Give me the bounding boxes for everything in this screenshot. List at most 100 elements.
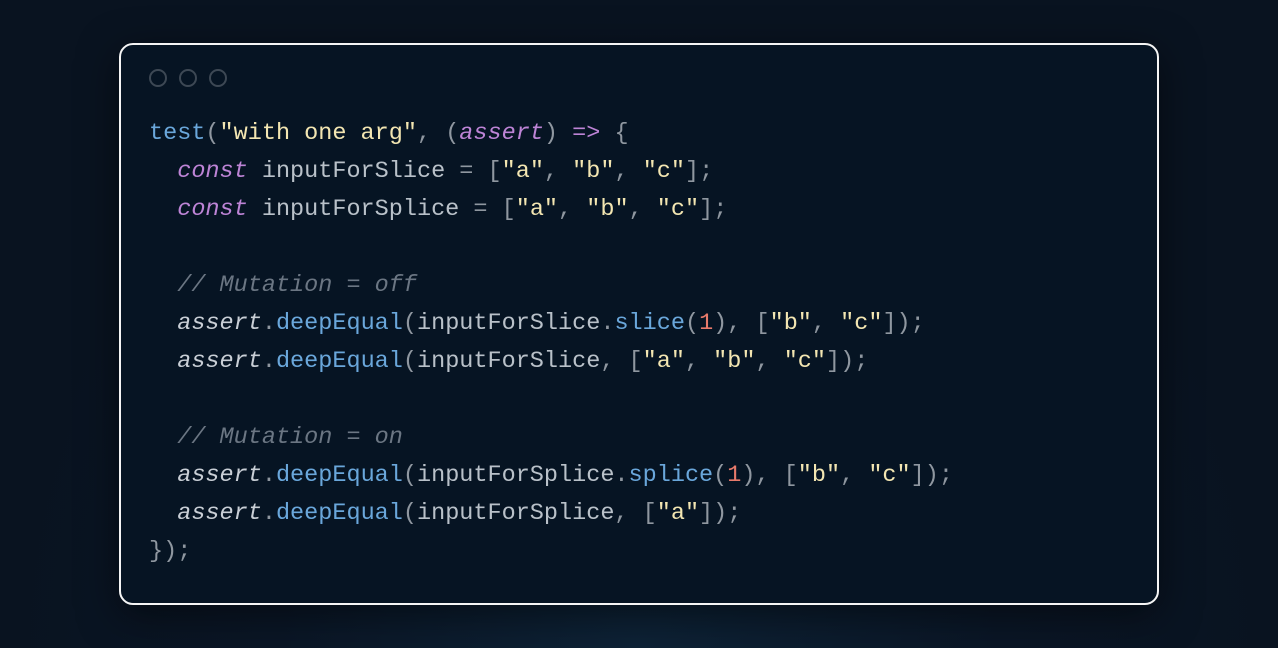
code-token [488,196,502,223]
code-token: , [558,196,586,223]
code-token: , [840,462,868,489]
code-token: // Mutation = on [177,424,403,451]
code-token: ( [403,310,417,337]
code-token [558,120,572,147]
code-token: ) [544,120,558,147]
code-token: , [544,158,572,185]
code-token [473,158,487,185]
code-token [149,424,177,451]
code-token: . [614,462,628,489]
code-token: const [177,158,248,185]
code-token [149,158,177,185]
window-control-minimize[interactable] [179,69,197,87]
code-token: . [600,310,614,337]
code-token [445,158,459,185]
code-token: ( [713,462,727,489]
code-token: "c" [840,310,882,337]
code-token: , [ [600,348,642,375]
code-token: ( [403,348,417,375]
code-token: assert [177,500,262,527]
code-token [149,272,177,299]
code-token: inputForSplice [417,500,614,527]
code-token: , [417,120,445,147]
code-token: ]); [826,348,868,375]
code-token: ]); [911,462,953,489]
code-token: ( [445,120,459,147]
code-token: // Mutation = off [177,272,417,299]
code-token: [ [488,158,502,185]
code-token: }); [149,538,191,565]
code-token: , [685,348,713,375]
code-token [149,348,177,375]
code-token: inputForSplice [417,462,614,489]
code-token: "with one arg" [220,120,417,147]
code-token [149,196,177,223]
code-token: , [812,310,840,337]
code-token: ]); [699,500,741,527]
code-token: "b" [770,310,812,337]
code-token: const [177,196,248,223]
code-token: "a" [502,158,544,185]
code-window: test("with one arg", (assert) => { const… [119,43,1159,606]
code-token: ]; [699,196,727,223]
code-token: inputForSlice [417,348,600,375]
code-token: assert [459,120,544,147]
code-token: = [459,158,473,185]
code-token: , [ [614,500,656,527]
code-token: => [572,120,600,147]
code-token: ( [685,310,699,337]
code-token: , [614,158,642,185]
code-token: deepEqual [276,500,403,527]
code-token: assert [177,310,262,337]
code-token [248,158,262,185]
code-token: ]); [882,310,924,337]
code-token: 1 [699,310,713,337]
code-token: "b" [798,462,840,489]
code-token: ( [205,120,219,147]
code-token: "b" [713,348,755,375]
code-token: assert [177,462,262,489]
code-token: = [473,196,487,223]
code-token: test [149,120,205,147]
code-token: splice [629,462,714,489]
code-token: ( [403,500,417,527]
code-token [600,120,614,147]
code-token [248,196,262,223]
code-token: ]; [685,158,713,185]
code-token: deepEqual [276,462,403,489]
code-token: ), [ [741,462,797,489]
code-token: [ [502,196,516,223]
code-token: 1 [727,462,741,489]
window-control-zoom[interactable] [209,69,227,87]
code-token: ), [ [713,310,769,337]
code-token: deepEqual [276,310,403,337]
code-token: inputForSlice [262,158,445,185]
code-token: { [614,120,628,147]
code-token: "c" [868,462,910,489]
code-token: "a" [516,196,558,223]
code-token: , [755,348,783,375]
code-token: inputForSlice [417,310,600,337]
code-token: "b" [572,158,614,185]
code-token: assert [177,348,262,375]
code-token: inputForSplice [262,196,459,223]
code-token: . [262,462,276,489]
code-token: slice [614,310,685,337]
code-token: "a" [657,500,699,527]
code-token: . [262,348,276,375]
code-token: "c" [657,196,699,223]
code-token: deepEqual [276,348,403,375]
code-token: "b" [586,196,628,223]
code-token: . [262,310,276,337]
code-token: "a" [643,348,685,375]
code-token: ( [403,462,417,489]
code-token: "c" [643,158,685,185]
code-token: "c" [784,348,826,375]
code-token: . [262,500,276,527]
code-token [149,462,177,489]
code-token [149,500,177,527]
code-block: test("with one arg", (assert) => { const… [149,115,1129,572]
window-titlebar [149,69,1129,87]
code-token [459,196,473,223]
window-control-close[interactable] [149,69,167,87]
